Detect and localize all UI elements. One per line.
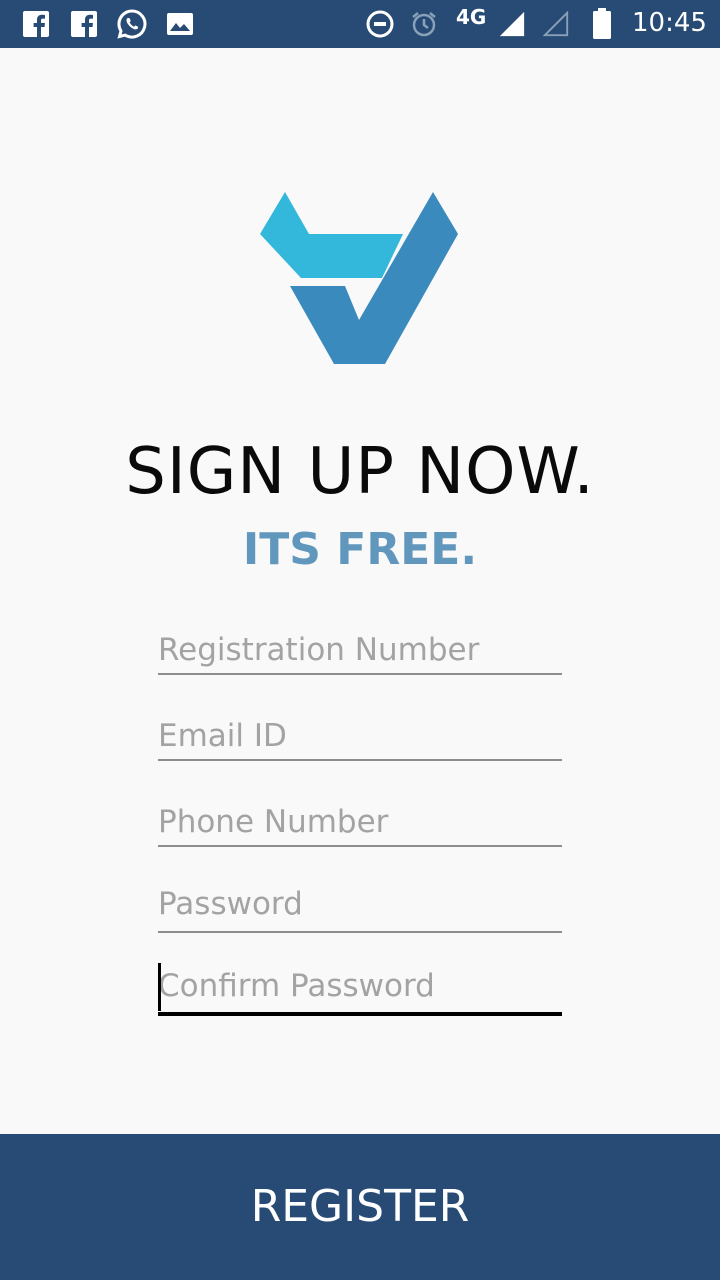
field-underline [158,759,562,761]
registration-number-input[interactable] [158,624,562,676]
signal-icon [499,11,525,37]
phone-number-input[interactable] [158,796,562,848]
registration-number-field [158,624,562,680]
email-input[interactable] [158,710,562,762]
field-underline [158,931,562,933]
battery-icon [593,8,611,39]
field-underline [158,673,562,675]
status-bar: 4G 10:45 [0,0,720,48]
password-input[interactable] [158,878,562,930]
gallery-icon [167,13,193,35]
email-field [158,710,562,766]
confirm-password-field [158,960,562,1016]
facebook-icon [71,11,97,38]
confirm-password-input[interactable] [158,960,562,1012]
network-type: 4G [456,5,487,29]
page-title: SIGN UP NOW. [125,435,595,509]
page-subtitle: ITS FREE. [242,524,478,575]
register-button[interactable]: REGISTER [0,1134,720,1280]
phone-number-field [158,796,562,852]
clock: 10:45 [632,8,707,38]
field-underline [158,845,562,847]
password-field [158,878,562,934]
signal-empty-icon [542,10,569,37]
alarm-icon [412,12,436,37]
dnd-icon [366,10,394,38]
whatsapp-icon [117,9,147,39]
facebook-icon [23,11,49,38]
app-logo [260,192,458,364]
field-underline-focused [158,1012,562,1016]
text-cursor [158,963,161,1011]
